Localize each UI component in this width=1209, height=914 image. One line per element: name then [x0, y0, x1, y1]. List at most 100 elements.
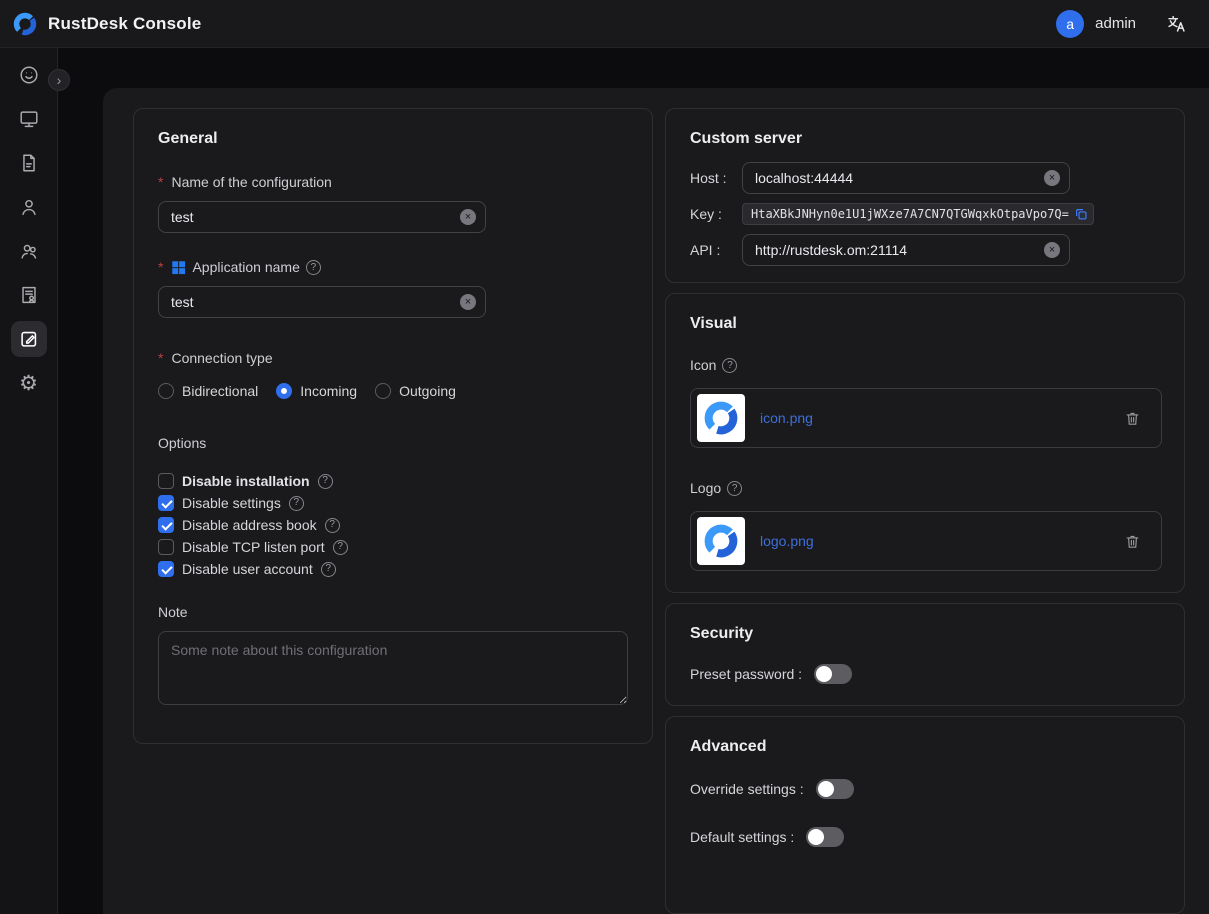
- radio-circle[interactable]: [158, 383, 174, 399]
- delete-icon[interactable]: [1124, 410, 1141, 427]
- connection-type-group: Bidirectional Incoming Outgoing: [158, 383, 628, 399]
- user-avatar[interactable]: a: [1056, 10, 1084, 38]
- help-icon[interactable]: ?: [727, 481, 742, 496]
- document-user-icon: [18, 284, 40, 306]
- preset-password-toggle[interactable]: [814, 664, 852, 684]
- help-icon[interactable]: ?: [325, 518, 340, 533]
- radio-incoming[interactable]: Incoming: [276, 383, 357, 399]
- app-title: RustDesk Console: [48, 14, 201, 34]
- general-card: General * Name of the configuration × *: [133, 108, 653, 744]
- sidebar-item-audit[interactable]: [11, 277, 47, 313]
- sidebar-item-settings[interactable]: ⚙: [11, 365, 47, 401]
- advanced-card: Advanced Override settings : Default set…: [665, 716, 1185, 914]
- radio-circle[interactable]: [276, 383, 292, 399]
- monitor-icon: [18, 108, 40, 130]
- security-title: Security: [690, 624, 1160, 643]
- copy-icon[interactable]: [1074, 207, 1088, 221]
- sidebar-item-devices[interactable]: [11, 101, 47, 137]
- required-asterisk: *: [158, 259, 163, 276]
- logo-file-link[interactable]: logo.png: [760, 533, 814, 549]
- custom-server-fields: Host : × Key : HtaXBkJNHyn0e1U1jWXze7A7C…: [690, 162, 1160, 266]
- option-disable-tcp-listen-port[interactable]: Disable TCP listen port ?: [158, 536, 628, 558]
- help-icon[interactable]: ?: [722, 358, 737, 373]
- logo-label: Logo ?: [690, 480, 1160, 497]
- clear-icon[interactable]: ×: [460, 209, 476, 225]
- app-name-input[interactable]: [158, 286, 486, 318]
- clear-icon[interactable]: ×: [1044, 170, 1060, 186]
- rustdesk-logo-icon: [12, 11, 38, 37]
- edit-icon: [18, 328, 40, 350]
- host-input[interactable]: [742, 162, 1070, 194]
- note-label: Note: [158, 604, 628, 621]
- override-settings-label: Override settings :: [690, 781, 804, 797]
- help-icon[interactable]: ?: [289, 496, 304, 511]
- option-disable-address-book[interactable]: Disable address book ?: [158, 514, 628, 536]
- radio-outgoing[interactable]: Outgoing: [375, 383, 456, 399]
- document-icon: [18, 152, 40, 174]
- api-label: API :: [690, 242, 742, 258]
- user-name[interactable]: admin: [1095, 15, 1136, 32]
- app-header: RustDesk Console a admin: [0, 0, 1209, 48]
- clear-icon[interactable]: ×: [1044, 242, 1060, 258]
- options-label: Options: [158, 435, 628, 452]
- windows-logo-icon: [171, 260, 186, 275]
- checkbox[interactable]: [158, 539, 174, 555]
- icon-file-link[interactable]: icon.png: [760, 410, 813, 426]
- radio-bidirectional[interactable]: Bidirectional: [158, 383, 258, 399]
- help-icon[interactable]: ?: [321, 562, 336, 577]
- override-settings-row: Override settings :: [690, 778, 1160, 800]
- option-disable-user-account[interactable]: Disable user account ?: [158, 558, 628, 580]
- checkbox[interactable]: [158, 517, 174, 533]
- config-name-label: * Name of the configuration: [158, 174, 628, 191]
- custom-server-card: Custom server Host : × Key : HtaXBkJNHyn…: [665, 108, 1185, 283]
- options-list: Disable installation ? Disable settings …: [158, 470, 628, 580]
- clear-icon[interactable]: ×: [460, 294, 476, 310]
- delete-icon[interactable]: [1124, 533, 1141, 550]
- radio-circle[interactable]: [375, 383, 391, 399]
- advanced-title: Advanced: [690, 737, 1160, 756]
- app-name-label: * Application name ?: [158, 259, 628, 276]
- security-card: Security Preset password :: [665, 603, 1185, 706]
- option-disable-settings[interactable]: Disable settings ?: [158, 492, 628, 514]
- required-asterisk: *: [158, 350, 163, 367]
- main-area: General * Name of the configuration × *: [58, 48, 1209, 914]
- option-disable-installation[interactable]: Disable installation ?: [158, 470, 628, 492]
- default-settings-row: Default settings :: [690, 826, 1160, 848]
- api-field: ×: [742, 234, 1070, 266]
- app-name-field: ×: [158, 286, 486, 318]
- config-name-field: ×: [158, 201, 486, 233]
- icon-thumbnail: [697, 394, 745, 442]
- help-icon[interactable]: ?: [333, 540, 348, 555]
- logo-thumbnail: [697, 517, 745, 565]
- sidebar-expand-button[interactable]: ›: [48, 69, 70, 91]
- content-panel: General * Name of the configuration × *: [103, 88, 1209, 914]
- host-field: ×: [742, 162, 1070, 194]
- preset-password-label: Preset password :: [690, 666, 802, 682]
- default-settings-toggle[interactable]: [806, 827, 844, 847]
- help-icon[interactable]: ?: [306, 260, 321, 275]
- custom-server-title: Custom server: [690, 129, 1160, 148]
- checkbox[interactable]: [158, 495, 174, 511]
- app-shell: ⚙ › General * Name of the configuration …: [0, 48, 1209, 914]
- checkbox[interactable]: [158, 473, 174, 489]
- icon-file-card: icon.png: [690, 388, 1162, 448]
- gear-icon: ⚙: [19, 373, 38, 394]
- help-icon[interactable]: ?: [318, 474, 333, 489]
- language-translate-icon[interactable]: [1166, 13, 1187, 34]
- sidebar-item-groups[interactable]: [11, 233, 47, 269]
- server-key-value: HtaXBkJNHyn0e1U1jWXze7A7CN7QTGWqxkOtpaVp…: [742, 203, 1094, 225]
- override-settings-toggle[interactable]: [816, 779, 854, 799]
- logo-file-card: logo.png: [690, 511, 1162, 571]
- sidebar-item-documents[interactable]: [11, 145, 47, 181]
- connection-type-label: * Connection type: [158, 350, 628, 367]
- sidebar-item-custom-clients[interactable]: [11, 321, 47, 357]
- sidebar-item-dashboard[interactable]: [11, 57, 47, 93]
- preset-password-row: Preset password :: [690, 663, 1160, 685]
- api-input[interactable]: [742, 234, 1070, 266]
- default-settings-label: Default settings :: [690, 829, 794, 845]
- user-group-icon: [18, 240, 40, 262]
- sidebar-item-users[interactable]: [11, 189, 47, 225]
- config-name-input[interactable]: [158, 201, 486, 233]
- note-textarea[interactable]: [158, 631, 628, 705]
- checkbox[interactable]: [158, 561, 174, 577]
